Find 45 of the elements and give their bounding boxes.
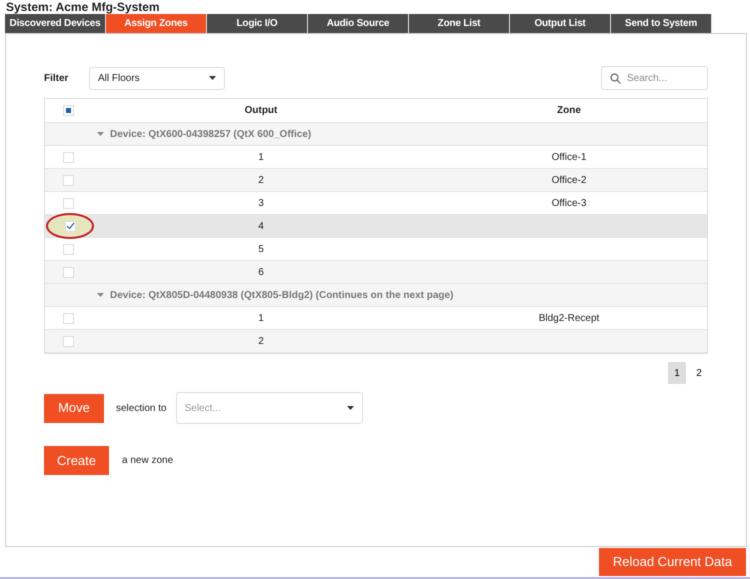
move-button[interactable]: Move (44, 394, 104, 422)
tab[interactable]: Assign Zones (106, 14, 207, 33)
output-cell-text: 3 (257, 196, 265, 210)
zone-cell-text: Bldg2-Recept (538, 312, 600, 326)
tab[interactable]: Send to System (611, 14, 712, 33)
search-icon (610, 72, 621, 84)
row-checkbox[interactable] (62, 266, 74, 278)
label-text: a new zone (122, 454, 174, 468)
zone-cell-text: Office-2 (550, 174, 588, 188)
select-all-checkbox[interactable] (62, 105, 74, 116)
zone-cell-text: Office-3 (550, 196, 588, 210)
zone-cell-text: Office-1 (550, 150, 588, 164)
search-field[interactable]: Search... (601, 66, 708, 90)
output-cell-text: 6 (257, 266, 265, 280)
output-cell-text: 4 (257, 220, 265, 234)
output-cell-text: 1 (257, 150, 265, 164)
row-checkbox[interactable] (62, 174, 74, 186)
page-button[interactable]: 1 (668, 362, 686, 384)
row-checkbox[interactable] (64, 220, 76, 232)
output-cell-text: 2 (257, 174, 265, 188)
reload-button[interactable]: Reload Current Data (599, 548, 746, 576)
row-checkbox[interactable] (62, 312, 74, 324)
group-header[interactable]: Device: QtX600-04398257 (QtX 600_Office) (110, 126, 312, 142)
page-button[interactable]: 2 (690, 362, 708, 384)
output-cell-text: 5 (257, 242, 265, 256)
tab[interactable]: Output List (510, 14, 611, 33)
create-button[interactable]: Create (44, 446, 109, 475)
row-checkbox[interactable] (62, 152, 74, 162)
column-header[interactable]: Zone (431, 103, 707, 118)
tab[interactable]: Logic I/O (207, 14, 308, 33)
tab[interactable]: Zone List (409, 14, 510, 33)
row-checkbox[interactable] (62, 244, 74, 254)
label-text: selection to (116, 402, 167, 416)
system-title: System: Acme Mfg-System (5, 0, 161, 14)
tab[interactable]: Discovered Devices (5, 14, 106, 33)
row-checkbox[interactable] (62, 198, 74, 208)
caret-icon (346, 406, 354, 410)
filter-dropdown[interactable]: All Floors (89, 66, 225, 90)
tab[interactable]: Audio Source (308, 14, 409, 33)
filter-label: Filter (44, 72, 70, 86)
caret-icon (209, 76, 216, 80)
output-cell-text: 2 (257, 334, 265, 348)
column-header[interactable]: Output (91, 103, 431, 118)
output-cell-text: 1 (257, 312, 265, 326)
row-checkbox[interactable] (62, 336, 74, 346)
